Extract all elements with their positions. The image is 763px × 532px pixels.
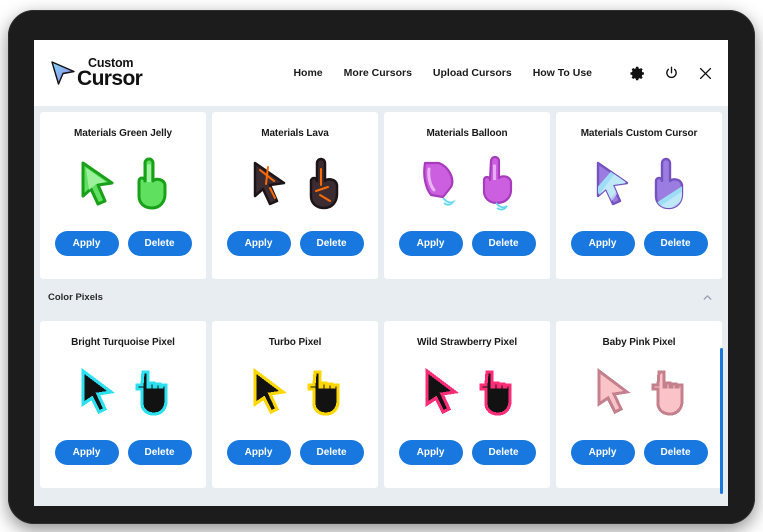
power-icon[interactable] — [663, 65, 680, 82]
apply-button[interactable]: Apply — [226, 231, 291, 256]
apply-button[interactable]: Apply — [570, 231, 635, 256]
cursor-card[interactable]: Materials Green Jelly Apply Delete — [40, 112, 206, 279]
cursor-preview — [594, 354, 684, 432]
hand-cursor-icon — [482, 156, 513, 211]
main-nav: Home More Cursors Upload Cursors How To … — [293, 65, 714, 82]
arrow-cursor-icon — [253, 368, 288, 415]
nav-item-upload-cursors[interactable]: Upload Cursors — [433, 67, 512, 79]
delete-button[interactable]: Delete — [643, 231, 708, 256]
card-buttons: Apply Delete — [226, 440, 364, 465]
arrow-cursor-icon — [425, 368, 460, 415]
arrow-cursor-icon — [81, 161, 114, 206]
cursor-card[interactable]: Baby Pink Pixel Apply Delete — [556, 321, 722, 488]
card-buttons: Apply Delete — [570, 231, 708, 256]
cursor-card-title: Wild Strawberry Pixel — [416, 337, 518, 348]
cursor-preview — [250, 354, 340, 432]
delete-button[interactable]: Delete — [127, 440, 192, 465]
chevron-up-icon[interactable] — [701, 291, 714, 304]
cursor-preview — [419, 145, 515, 223]
delete-button[interactable]: Delete — [299, 440, 364, 465]
card-buttons: Apply Delete — [570, 440, 708, 465]
logo-bottom-word: Cursor — [77, 67, 143, 91]
app-screen: Custom Cursor Home More Cursors Upload C… — [34, 40, 728, 506]
hand-cursor-icon — [307, 370, 340, 416]
cursor-card[interactable]: Materials Lava Apply Delete — [212, 112, 378, 279]
cursor-card[interactable]: Wild Strawberry Pixel Apply Delete — [384, 321, 550, 488]
delete-button[interactable]: Delete — [471, 231, 536, 256]
cursor-card-title: Materials Green Jelly — [74, 128, 172, 139]
logo-wordmark: Custom Cursor — [77, 57, 143, 91]
cursor-card-title: Materials Lava — [261, 128, 329, 139]
vertical-scrollbar-thumb[interactable] — [720, 348, 723, 494]
nav-item-home[interactable]: Home — [293, 67, 322, 79]
app-header: Custom Cursor Home More Cursors Upload C… — [34, 40, 728, 106]
cursor-card-title: Bright Turquoise Pixel — [71, 337, 175, 348]
hand-cursor-icon — [137, 157, 167, 210]
apply-button[interactable]: Apply — [226, 440, 291, 465]
apply-button[interactable]: Apply — [570, 440, 635, 465]
cursor-collection-scroll[interactable]: Materials Green Jelly Apply Delete Mater… — [34, 106, 728, 506]
card-buttons: Apply Delete — [226, 231, 364, 256]
delete-button[interactable]: Delete — [643, 440, 708, 465]
card-buttons: Apply Delete — [54, 440, 192, 465]
apply-button[interactable]: Apply — [398, 231, 463, 256]
delete-button[interactable]: Delete — [299, 231, 364, 256]
hand-cursor-icon — [479, 370, 512, 416]
cursor-preview — [422, 354, 512, 432]
hand-cursor-icon — [654, 157, 684, 210]
hand-cursor-icon — [651, 370, 684, 416]
nav-item-more-cursors[interactable]: More Cursors — [344, 67, 412, 79]
cursor-card-title: Baby Pink Pixel — [602, 337, 676, 348]
nav-item-how-to-use[interactable]: How To Use — [533, 67, 592, 79]
vertical-scrollbar-track[interactable] — [717, 106, 725, 506]
arrow-cursor-icon — [596, 161, 629, 206]
cursor-preview — [248, 145, 342, 223]
arrow-cursor-icon — [597, 368, 631, 415]
cursor-preview — [78, 354, 168, 432]
cursor-card[interactable]: Materials Custom Cursor Apply Delete — [556, 112, 722, 279]
card-buttons: Apply Delete — [54, 231, 192, 256]
apply-button[interactable]: Apply — [398, 440, 463, 465]
materials-card-grid: Materials Green Jelly Apply Delete Mater… — [34, 106, 728, 279]
header-actions — [629, 65, 714, 82]
hand-cursor-icon — [309, 157, 339, 210]
cursor-card[interactable]: Bright Turquoise Pixel Apply Delete — [40, 321, 206, 488]
arrow-cursor-icon — [253, 161, 286, 206]
cursor-card-title: Materials Balloon — [426, 128, 508, 139]
cursor-preview — [76, 145, 170, 223]
delete-button[interactable]: Delete — [471, 440, 536, 465]
gear-icon[interactable] — [629, 65, 646, 82]
delete-button[interactable]: Delete — [127, 231, 192, 256]
arrow-cursor-icon — [423, 161, 456, 206]
section-header-color-pixels[interactable]: Color Pixels — [34, 279, 728, 315]
apply-button[interactable]: Apply — [54, 231, 119, 256]
cursor-card-title: Turbo Pixel — [268, 337, 322, 348]
app-logo[interactable]: Custom Cursor — [48, 57, 143, 91]
apply-button[interactable]: Apply — [54, 440, 119, 465]
close-icon[interactable] — [697, 65, 714, 82]
card-buttons: Apply Delete — [398, 231, 536, 256]
cursor-logo-icon — [51, 61, 75, 85]
cursor-preview — [591, 145, 687, 223]
card-buttons: Apply Delete — [398, 440, 536, 465]
arrow-cursor-icon — [81, 368, 116, 415]
cursor-card[interactable]: Materials Balloon Apply Delete — [384, 112, 550, 279]
cursor-card-title: Materials Custom Cursor — [580, 128, 698, 139]
device-frame: Custom Cursor Home More Cursors Upload C… — [8, 10, 755, 524]
hand-cursor-icon — [135, 370, 168, 416]
section-title: Color Pixels — [48, 291, 103, 303]
color-pixels-card-grid: Bright Turquoise Pixel Apply Delete Turb… — [34, 315, 728, 488]
cursor-card[interactable]: Turbo Pixel Apply Delete — [212, 321, 378, 488]
